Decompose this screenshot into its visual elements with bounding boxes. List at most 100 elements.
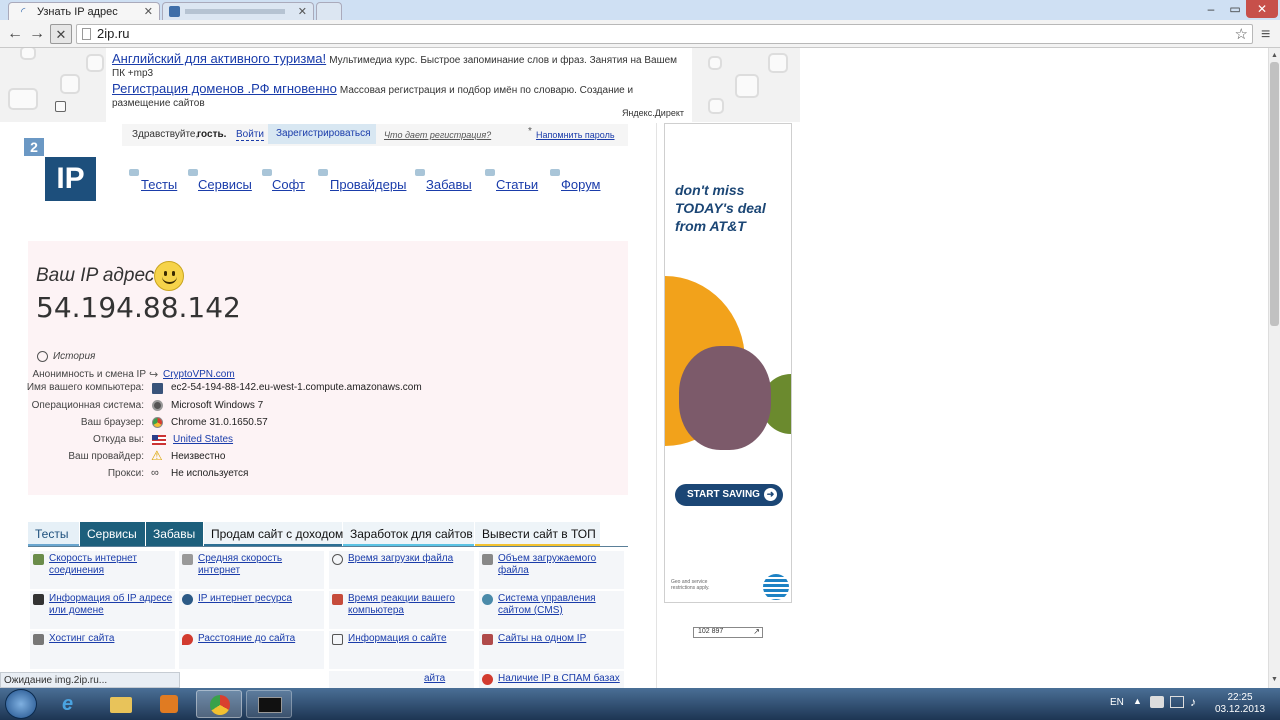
bookmark-star-icon[interactable]: ☆ bbox=[1235, 25, 1248, 43]
close-tab-icon[interactable]: ✕ bbox=[298, 5, 307, 18]
tab-sell-site[interactable]: Продам сайт с доходом bbox=[204, 522, 343, 547]
close-tab-icon[interactable]: ✕ bbox=[144, 5, 153, 18]
service-item[interactable]: Средняя скорость интернет bbox=[179, 551, 324, 589]
nav-soft[interactable]: Софт bbox=[272, 177, 305, 192]
back-button[interactable]: ← bbox=[4, 24, 26, 44]
nav-providers[interactable]: Провайдеры bbox=[330, 177, 406, 192]
service-item[interactable]: айта bbox=[329, 671, 474, 688]
new-tab-button[interactable] bbox=[316, 2, 342, 20]
tab-strip: ◜ Узнать IP адрес ✕ ✕ – ▭ ✕ bbox=[0, 0, 1280, 20]
tab-active[interactable]: ◜ Узнать IP адрес ✕ bbox=[8, 2, 160, 20]
address-bar[interactable]: 2ip.ru ☆ bbox=[76, 24, 1253, 44]
service-item[interactable]: Скорость интернет соединения bbox=[30, 551, 175, 589]
register-button[interactable]: Зарегистрироваться bbox=[268, 124, 376, 144]
speed-icon bbox=[33, 554, 44, 565]
media-player-icon[interactable] bbox=[146, 690, 192, 718]
same-ip-icon bbox=[482, 634, 493, 645]
map-pin-icon bbox=[182, 634, 193, 645]
service-item[interactable]: Система управления сайтом (CMS) bbox=[479, 591, 624, 629]
ip-address: 54.194.88.142 bbox=[36, 291, 241, 324]
minimize-button[interactable]: – bbox=[1198, 0, 1224, 18]
network-icon[interactable] bbox=[1170, 696, 1184, 708]
service-item[interactable]: Расстояние до сайта bbox=[179, 631, 324, 669]
info-label: Имя вашего компьютера: bbox=[26, 382, 144, 393]
scroll-down-icon[interactable]: ▼ bbox=[1271, 676, 1278, 683]
pattern-square bbox=[55, 101, 66, 112]
status-bubble: Ожидание img.2ip.ru... bbox=[0, 672, 180, 688]
tab-fun[interactable]: Забавы bbox=[146, 522, 203, 547]
info-label: Откуда вы: bbox=[93, 434, 144, 445]
login-bar: Здравствуйте, гость. Войти Зарегистриров… bbox=[122, 124, 628, 146]
info-value: Microsoft Windows 7 bbox=[171, 400, 264, 411]
info-value-link[interactable]: CryptoVPN.com bbox=[163, 369, 235, 380]
service-item[interactable]: Хостинг сайта bbox=[30, 631, 175, 669]
clock-icon bbox=[332, 554, 343, 565]
page-scrollbar[interactable]: ▲ ▼ bbox=[1268, 48, 1280, 688]
services-tabbar: Тесты Сервисы Забавы Продам сайт с доход… bbox=[28, 522, 628, 547]
hosting-icon bbox=[33, 634, 44, 645]
nav-articles[interactable]: Статьи bbox=[496, 177, 538, 192]
pattern-square bbox=[86, 54, 104, 72]
tab-underline bbox=[28, 546, 628, 547]
ad-link[interactable]: Регистрация доменов .РФ мгновенно bbox=[112, 81, 337, 96]
menu-icon[interactable]: ≡ bbox=[1261, 26, 1270, 44]
piggy-bank-image bbox=[679, 346, 771, 450]
windows-icon bbox=[152, 400, 163, 411]
nav-services[interactable]: Сервисы bbox=[198, 177, 252, 192]
start-button[interactable] bbox=[5, 689, 37, 719]
flag-icon[interactable] bbox=[1150, 696, 1164, 708]
service-item[interactable]: Объем загружаемого файла bbox=[479, 551, 624, 589]
console-icon[interactable] bbox=[246, 690, 292, 718]
ad-link[interactable]: Английский для активного туризма! bbox=[112, 51, 326, 66]
warning-icon: ⚠ bbox=[151, 448, 163, 463]
service-item[interactable]: Информация об IP адресе или домене bbox=[30, 591, 175, 629]
info-label: Ваш браузер: bbox=[80, 417, 144, 428]
start-saving-button[interactable]: START SAVING ➜ bbox=[675, 484, 783, 506]
ip-title: Ваш IP адрес: bbox=[36, 265, 160, 286]
forward-button[interactable]: → bbox=[26, 24, 48, 44]
smiley-icon bbox=[154, 261, 184, 291]
remind-password-link[interactable]: Напомнить пароль bbox=[536, 130, 615, 140]
tab-title: Узнать IP адрес bbox=[37, 6, 118, 18]
tab-2[interactable]: ✕ bbox=[162, 2, 314, 20]
nav-forum[interactable]: Форум bbox=[561, 177, 601, 192]
tray-expand-icon[interactable]: ▲ bbox=[1133, 696, 1142, 706]
tab-top[interactable]: Вывести сайт в ТОП bbox=[475, 522, 600, 547]
country-link[interactable]: United States bbox=[173, 434, 233, 445]
service-item[interactable]: Время реакции вашего компьютера bbox=[329, 591, 474, 629]
chrome-taskbar-icon[interactable] bbox=[196, 690, 242, 718]
spam-icon bbox=[482, 674, 493, 685]
file-size-icon bbox=[482, 554, 493, 565]
banner-ad[interactable]: don't miss TODAY's deal from AT&T START … bbox=[664, 123, 792, 603]
history-link[interactable]: История bbox=[53, 351, 95, 362]
arrow-icon: ↪ bbox=[149, 369, 159, 381]
tab-services[interactable]: Сервисы bbox=[80, 522, 145, 547]
nav-fun[interactable]: Забавы bbox=[426, 177, 472, 192]
nav-tests[interactable]: Тесты bbox=[141, 177, 177, 192]
site-info-icon bbox=[332, 634, 343, 645]
history-icon bbox=[37, 351, 48, 362]
system-clock[interactable]: 22:25 03.12.2013 bbox=[1210, 692, 1270, 716]
maximize-button[interactable]: ▭ bbox=[1222, 0, 1248, 18]
nav-icon bbox=[318, 169, 328, 176]
language-indicator[interactable]: EN bbox=[1110, 697, 1124, 708]
volume-icon[interactable]: ♪ bbox=[1190, 695, 1196, 709]
stop-button[interactable]: ✕ bbox=[50, 24, 72, 44]
scroll-thumb[interactable] bbox=[1270, 62, 1279, 326]
explorer-icon[interactable] bbox=[98, 690, 144, 718]
tab-earnings[interactable]: Заработок для сайтов bbox=[343, 522, 474, 547]
login-link[interactable]: Войти bbox=[236, 129, 264, 141]
ie-icon[interactable]: e bbox=[48, 690, 94, 718]
clock-time: 22:25 bbox=[1227, 692, 1253, 703]
service-item[interactable]: Информация о сайте bbox=[329, 631, 474, 669]
why-register-link[interactable]: Что дает регистрация? bbox=[384, 130, 491, 140]
service-item[interactable]: Наличие IP в СПАМ базах bbox=[479, 671, 624, 688]
close-window-button[interactable]: ✕ bbox=[1246, 0, 1278, 18]
service-item[interactable]: Сайты на одном IP bbox=[479, 631, 624, 669]
service-item[interactable]: IP интернет ресурса bbox=[179, 591, 324, 629]
scroll-up-icon[interactable]: ▲ bbox=[1271, 52, 1278, 59]
pattern-square bbox=[708, 98, 724, 114]
tab-tests[interactable]: Тесты bbox=[28, 522, 79, 547]
pattern-square bbox=[60, 74, 80, 94]
service-item[interactable]: Время загрузки файла bbox=[329, 551, 474, 589]
